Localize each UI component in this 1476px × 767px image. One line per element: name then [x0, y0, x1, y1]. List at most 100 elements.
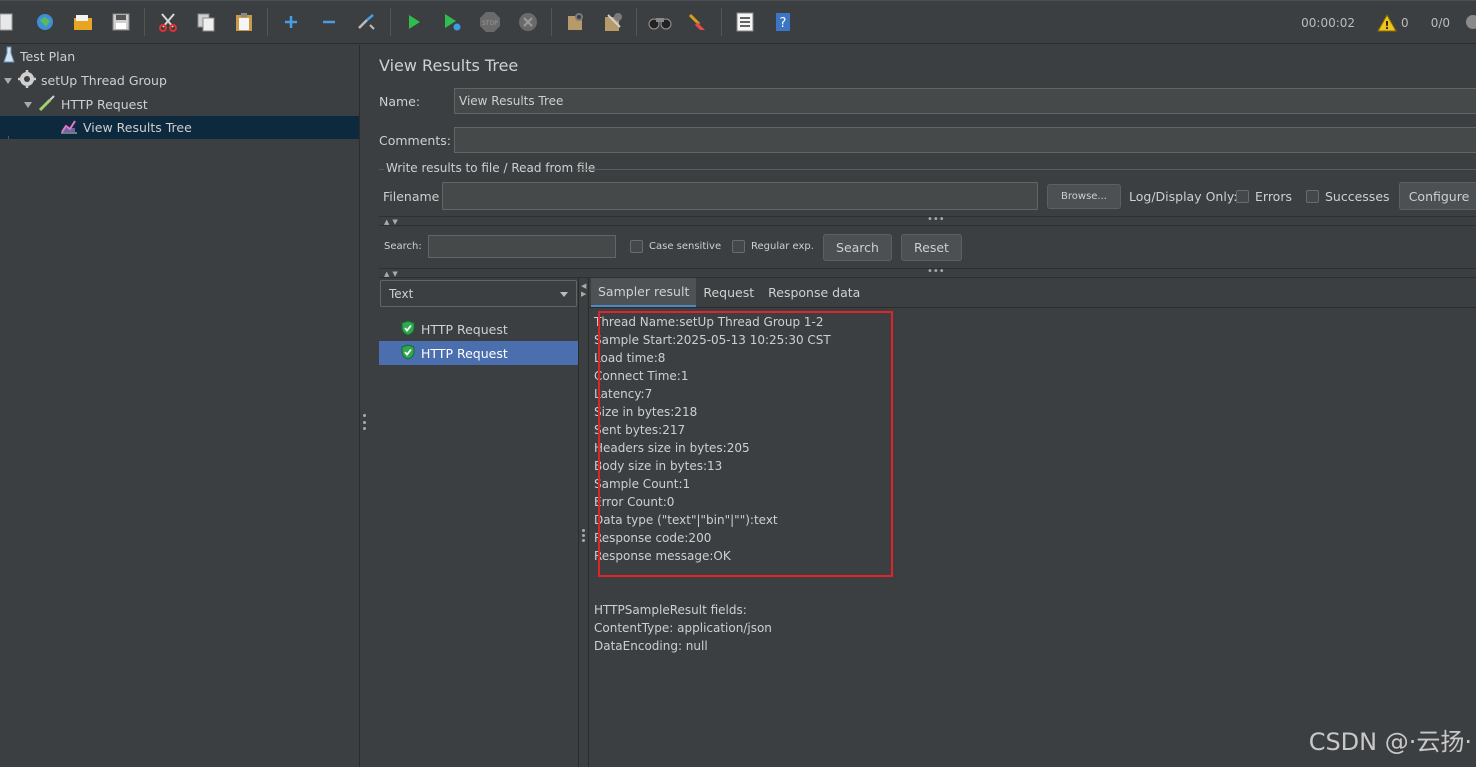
tree-item-label: View Results Tree [83, 120, 192, 135]
fields-line: ContentType: application/json [594, 621, 772, 635]
result-item[interactable]: HTTP Request [379, 317, 579, 341]
chevron-down-icon[interactable] [560, 292, 568, 297]
remote-status-icon [1464, 13, 1476, 34]
split-divider-handle[interactable] [362, 414, 366, 430]
help-icon[interactable]: ? [770, 9, 796, 35]
regex-checkbox[interactable]: Regular exp. [732, 240, 814, 253]
reset-search-icon[interactable] [685, 9, 711, 35]
tree-item-view-results-tree[interactable]: View Results Tree [0, 116, 359, 139]
start-icon[interactable] [401, 9, 427, 35]
tree-item-label: Test Plan [20, 49, 76, 64]
expand-icon[interactable] [278, 9, 304, 35]
split-grip-icon[interactable]: ••• [927, 266, 945, 277]
log-display-label: Log/Display Only: [1129, 189, 1238, 204]
tree-item-label: HTTP Request [61, 97, 148, 112]
tab-sampler-result[interactable]: Sampler result [591, 278, 697, 307]
name-field[interactable] [454, 88, 1476, 114]
successes-label: Successes [1325, 189, 1390, 204]
tab-response-data[interactable]: Response data [761, 278, 867, 307]
result-item-label: HTTP Request [421, 321, 508, 337]
filename-label: Filename [383, 189, 440, 204]
function-helper-icon[interactable] [732, 9, 758, 35]
search-icon[interactable] [647, 9, 673, 35]
tree-item-label: setUp Thread Group [41, 73, 167, 88]
success-shield-icon [401, 343, 415, 363]
pipette-icon [38, 94, 56, 115]
tree-item-http-request[interactable]: HTTP Request [24, 93, 148, 116]
collapse-arrows-icon[interactable]: ◀ ▶ [581, 282, 586, 298]
active-threads-count: 0/0 [1430, 16, 1450, 30]
split-bar-bottom[interactable]: ▲▼ ••• [379, 266, 1476, 278]
stop-icon[interactable]: STOP [477, 9, 503, 35]
successes-checkbox[interactable]: Successes [1306, 189, 1390, 204]
search-label: Search: [384, 241, 422, 252]
comments-field[interactable] [454, 127, 1476, 153]
sample-results-list: HTTP Request HTTP Request [379, 309, 579, 767]
errors-checkbox[interactable]: Errors [1236, 189, 1292, 204]
warning-icon[interactable]: ! 0 [1377, 14, 1409, 32]
expand-arrow-icon[interactable] [24, 101, 32, 108]
tree-item-setup-thread-group[interactable]: setUp Thread Group [4, 69, 167, 92]
errors-checkbox-box[interactable] [1236, 190, 1249, 203]
renderer-value: Text [389, 286, 414, 301]
shutdown-icon[interactable] [515, 9, 541, 35]
svg-text:!: ! [1385, 19, 1390, 32]
success-shield-icon [401, 319, 415, 339]
result-tabs: Sampler result Request Response data [591, 278, 867, 307]
reset-button[interactable]: Reset [901, 234, 962, 261]
watermark: CSDN @·云扬· [1308, 728, 1472, 756]
vertical-split-grip[interactable] [582, 529, 585, 542]
elapsed-timer: 00:00:02 [1301, 16, 1356, 30]
save-icon[interactable] [108, 9, 134, 35]
search-button[interactable]: Search [823, 234, 892, 261]
chart-icon [60, 118, 78, 137]
thread-group-gear-icon [18, 70, 36, 91]
successes-checkbox-box[interactable] [1306, 190, 1319, 203]
result-item-selected[interactable]: HTTP Request [379, 341, 579, 365]
panel-title: View Results Tree [379, 56, 519, 75]
file-group-title: Write results to file / Read from file [386, 161, 596, 175]
comments-label: Comments: [379, 133, 451, 148]
search-input[interactable] [428, 235, 616, 258]
toolbar: STOP ? 00:00:02 ! 0 0/0 [0, 0, 1476, 44]
collapse-icon[interactable] [316, 9, 342, 35]
svg-text:?: ? [780, 16, 787, 31]
start-no-pauses-icon[interactable] [439, 9, 465, 35]
fields-line: DataEncoding: null [594, 639, 708, 653]
highlight-box [598, 311, 893, 577]
regex-box[interactable] [732, 240, 745, 253]
paste-icon[interactable] [231, 9, 257, 35]
warning-count: 0 [1401, 16, 1409, 30]
split-arrows-icon[interactable]: ▲▼ [384, 218, 401, 226]
test-plan-icon [3, 46, 15, 67]
split-arrows-icon[interactable]: ▲▼ [384, 270, 401, 278]
open-icon[interactable] [70, 9, 96, 35]
filename-field[interactable] [442, 182, 1038, 210]
result-item-label: HTTP Request [421, 345, 508, 361]
fields-line: HTTPSampleResult fields: [594, 603, 747, 617]
cut-icon[interactable] [155, 9, 181, 35]
new-icon[interactable] [0, 9, 20, 35]
browse-button[interactable]: Browse... [1047, 184, 1121, 209]
view-results-tree-panel: View Results Tree Name: Comments: Write … [369, 45, 1476, 767]
expand-arrow-icon[interactable] [4, 77, 12, 84]
tab-request[interactable]: Request [696, 278, 761, 307]
renderer-select[interactable]: Text [380, 280, 577, 307]
case-sensitive-checkbox[interactable]: Case sensitive [630, 240, 721, 253]
case-sensitive-box[interactable] [630, 240, 643, 253]
errors-label: Errors [1255, 189, 1292, 204]
configure-button[interactable]: Configure [1399, 182, 1476, 210]
toggle-icon[interactable] [354, 9, 380, 35]
name-label: Name: [379, 94, 421, 109]
clear-all-icon[interactable] [600, 9, 626, 35]
split-grip-icon[interactable]: ••• [927, 214, 945, 225]
case-sensitive-label: Case sensitive [649, 241, 722, 252]
tree-item-test-plan[interactable]: Test Plan [3, 45, 75, 68]
svg-text:STOP: STOP [482, 20, 498, 27]
split-bar-top[interactable]: ▲▼ ••• [379, 214, 1476, 226]
copy-icon[interactable] [193, 9, 219, 35]
test-plan-tree: Test Plan setUp Thread Group HTTP Reques… [0, 45, 360, 767]
clear-icon[interactable] [562, 9, 588, 35]
templates-icon[interactable] [32, 9, 58, 35]
regex-label: Regular exp. [751, 241, 814, 252]
